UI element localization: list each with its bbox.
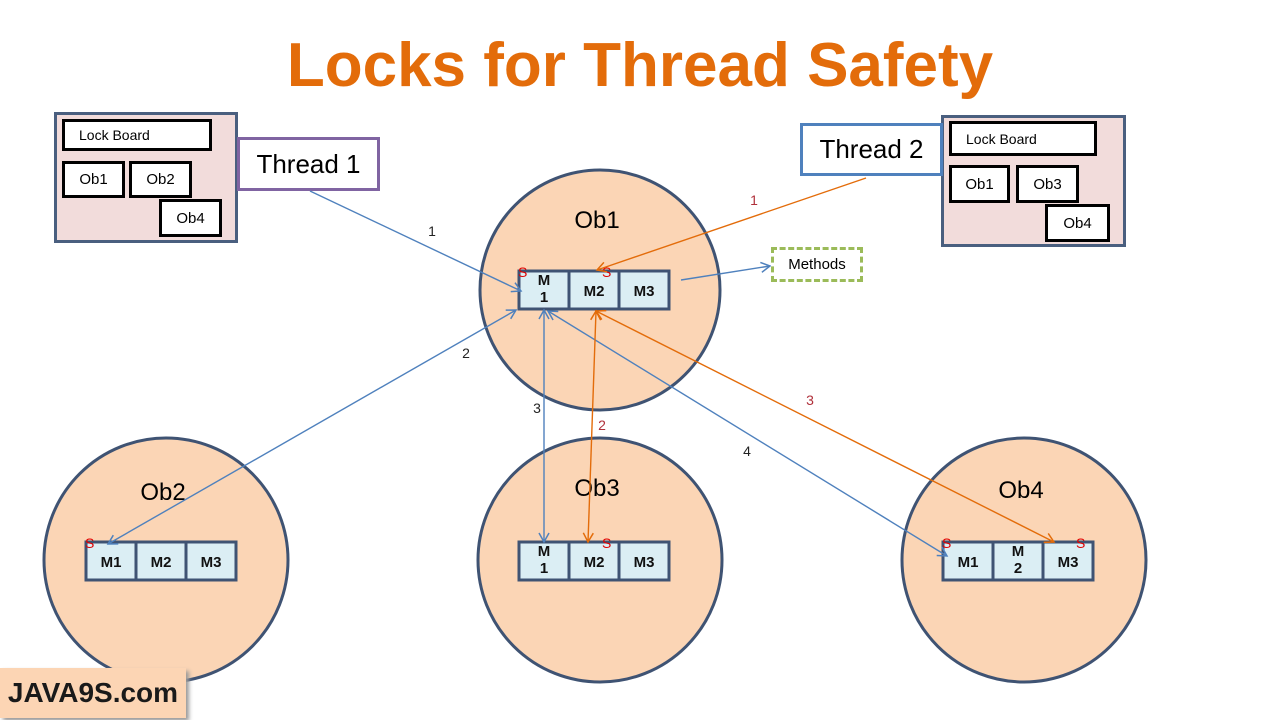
method-label: 1: [540, 560, 548, 577]
java9s-logo: JAVA9S.com: [0, 668, 186, 718]
method-label: M1: [101, 554, 122, 571]
method-label: 1: [540, 289, 548, 306]
method-cell-3: M3: [617, 540, 671, 582]
methods-callout: Methods: [771, 247, 863, 282]
method-label: M: [538, 543, 551, 560]
method-label: M3: [634, 554, 655, 571]
method-label: 2: [1014, 560, 1022, 577]
method-cell-1: M1: [517, 540, 571, 582]
arrow-thread1-step2: 2: [106, 309, 518, 545]
method-label: M3: [1058, 554, 1079, 571]
method-label: M2: [151, 554, 172, 571]
arrow-step-label: 4: [743, 443, 751, 459]
object-label: Ob4: [998, 477, 1043, 504]
method-label: M3: [201, 554, 222, 571]
arrow-step-label: 1: [428, 223, 436, 239]
method-cell-1: M1S: [517, 264, 571, 311]
arrow-step-label: 2: [598, 417, 606, 433]
method-cell-3: M3 S: [1041, 535, 1095, 582]
arrow-step-label: 1: [750, 192, 758, 208]
synchronized-marker: S: [942, 535, 951, 551]
object-label: Ob2: [140, 479, 185, 506]
arrow-step-label: 3: [533, 400, 541, 416]
synchronized-marker: S: [85, 535, 94, 551]
method-label: M2: [584, 554, 605, 571]
synchronized-marker: S: [1076, 535, 1085, 551]
method-cell-2: M2S: [567, 264, 621, 311]
object-ob3: Ob3 M1 M2 S M3: [476, 436, 724, 684]
method-cell-3: M3: [617, 269, 671, 311]
method-label: M: [538, 272, 551, 289]
object-ob4: Ob4 M1 S M2 M3 S: [900, 436, 1148, 684]
synchronized-marker: S: [518, 264, 527, 280]
arrow-step-label: 3: [806, 392, 814, 408]
method-cell-2: M2: [134, 540, 188, 582]
method-label: M2: [584, 283, 605, 300]
method-label: M3: [634, 283, 655, 300]
method-cell-2: M2: [991, 540, 1045, 582]
method-cell-1: M1 S: [84, 535, 138, 582]
diagram-canvas: Ob1M1SM2SM3Ob2M1SM2 M3Ob3M1 M2SM3Ob4M1S M2 M…: [42, 168, 1148, 684]
object-label: Ob1: [574, 207, 619, 234]
method-label: M: [1012, 543, 1025, 560]
method-cell-2: M2 S: [567, 535, 621, 582]
synchronized-marker: S: [602, 535, 611, 551]
arrow-step-label: 2: [462, 345, 470, 361]
method-cell-1: M1 S: [941, 535, 995, 582]
method-label: M1: [958, 554, 979, 571]
object-label: Ob3: [574, 475, 619, 502]
object-ob2: Ob2 M1 S M2 M3: [42, 436, 290, 684]
method-cell-3: M3: [184, 540, 238, 582]
arrow-line: [106, 309, 518, 545]
object-ob1: Ob1M1SM2SM3: [478, 168, 722, 412]
